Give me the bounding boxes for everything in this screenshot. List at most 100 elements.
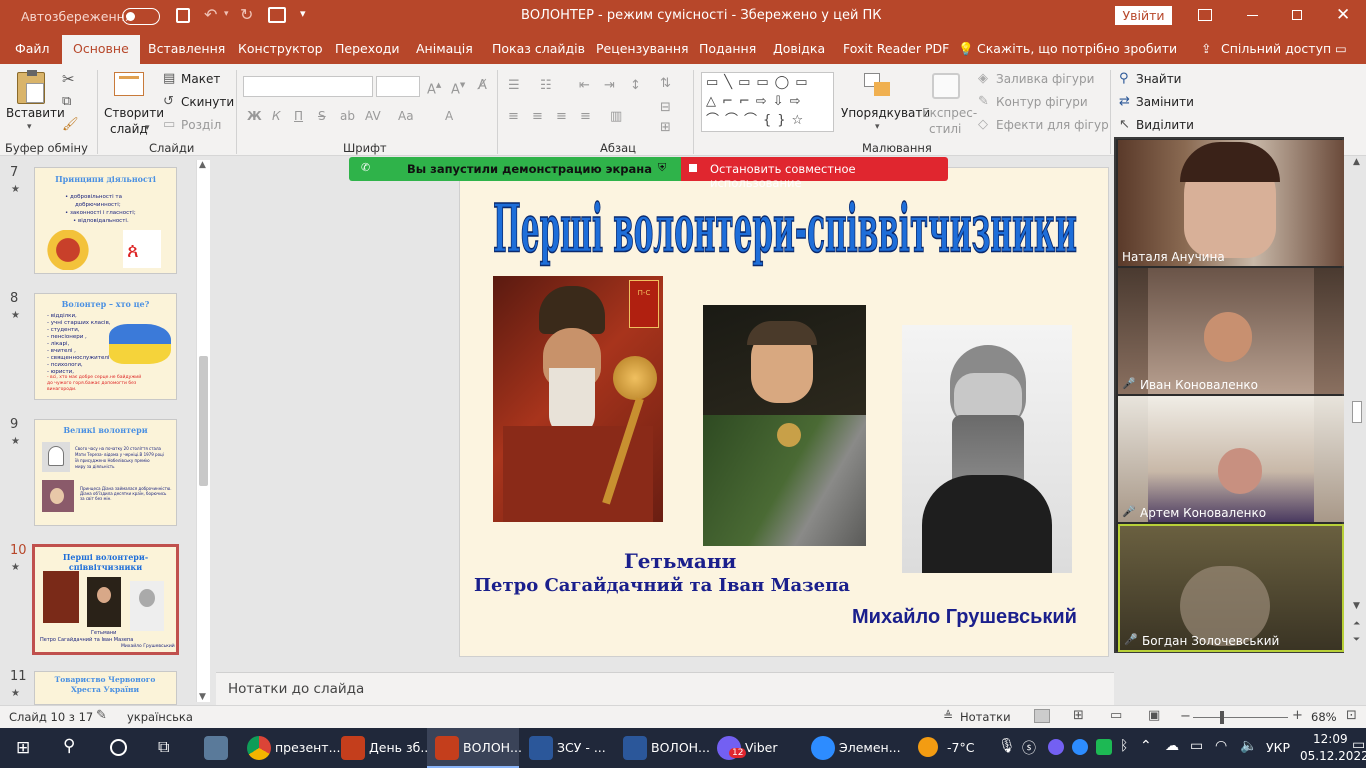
align-text-icon[interactable]: ⊟ [660,100,671,115]
slide-thumbnail-7[interactable]: Принципи діяльності • добровільності та … [34,167,177,274]
share-button[interactable]: Спільний доступ [1221,41,1331,56]
layout-button[interactable]: Макет [181,72,220,86]
increase-indent-icon[interactable]: ⇥ [604,78,615,93]
tab-animations[interactable]: Анімація [416,41,473,56]
line-spacing-icon[interactable]: ↕ [630,78,641,93]
current-slide[interactable]: Перші волонтери-співвітчизники П-С Гетьм… [459,167,1109,657]
participant-tile-active-speaker[interactable]: 🎤 Богдан Золочевський [1118,524,1344,652]
tray-skype-icon[interactable]: ⓢ [1022,738,1036,758]
quick-styles-icon[interactable] [932,73,960,99]
cut-icon[interactable]: ✂ [62,70,75,88]
signin-button[interactable]: Увійти [1115,6,1172,25]
cortana-icon[interactable] [110,739,127,756]
shape-effects-button[interactable]: Ефекти для фігур [996,118,1109,132]
tray-app-icon[interactable] [1096,739,1112,755]
taskbar-app-ppt1[interactable]: День зб... [333,728,432,768]
participant-tile[interactable]: 🎤 Иван Коноваленко [1118,268,1344,394]
tab-file[interactable]: Файл [15,41,50,56]
undo-dropdown-icon[interactable]: ▾ [224,9,229,19]
tab-insert[interactable]: Вставлення [148,41,225,56]
comments-icon[interactable]: ▭ [1335,41,1347,56]
char-spacing-icon[interactable]: AV [365,109,381,123]
stop-sharing-button[interactable]: Остановить совместное использование [681,157,948,190]
justify-icon[interactable]: ≡ [580,109,591,124]
taskbar-app-word2[interactable]: ВОЛОН... [615,728,710,768]
arrange-icon[interactable] [864,73,892,99]
clock-time[interactable]: 12:09 [1313,732,1348,746]
zoom-slider[interactable] [1193,711,1288,724]
text-direction-icon[interactable]: ⇅ [660,76,671,91]
select-button[interactable]: Виділити [1136,118,1194,132]
tray-zoom-icon[interactable] [1072,739,1088,755]
section-button[interactable]: Розділ [181,118,221,132]
undo-icon[interactable]: ↶ [204,5,217,24]
smartart-icon[interactable]: ⊞ [660,120,671,135]
bullets-icon[interactable]: ☰ [508,78,520,93]
customize-toolbar-icon[interactable]: ▾ [300,7,306,20]
save-icon[interactable] [176,8,190,23]
tab-home[interactable]: Основне [62,35,140,64]
fit-to-window-icon[interactable]: ⊡ [1346,708,1357,723]
weather-icon[interactable] [918,737,938,757]
align-right-icon[interactable]: ≡ [556,109,567,124]
tab-design[interactable]: Конструктор [238,41,323,56]
new-slide-dropdown-icon[interactable]: ▾ [145,123,150,133]
thumbnail-scrollbar[interactable]: ▲ ▼ [196,160,210,702]
redo-icon[interactable]: ↻ [240,5,253,24]
zoom-level[interactable]: 68% [1311,710,1337,724]
font-color-icon[interactable]: A [445,109,453,123]
zoom-out-icon[interactable]: − [1180,709,1191,724]
taskbar-app-ppt2-active[interactable]: ВОЛОН... [427,728,522,768]
wifi-icon[interactable]: ◠ [1215,738,1227,754]
shape-fill-button[interactable]: Заливка фігури [996,72,1094,86]
new-slide-icon[interactable] [114,72,144,96]
slide-thumbnail-10[interactable]: Перші волонтери-співвітчизники Гетьмани … [32,544,179,655]
next-slide-icon[interactable]: ⏷ [1353,635,1360,645]
search-icon[interactable]: ⚲ [63,736,75,756]
arrange-button[interactable]: Упорядкувати [841,106,930,120]
tray-mic-icon[interactable]: 🎙 [998,738,1016,754]
decrease-font-icon[interactable]: A▾ [451,78,465,97]
tray-chevron-icon[interactable]: ⌃ [1140,738,1152,754]
tab-slideshow[interactable]: Показ слайдів [492,41,585,56]
bold-button[interactable]: Ж [247,109,262,123]
italic-button[interactable]: К [272,109,281,123]
tab-transitions[interactable]: Переходи [335,41,400,56]
tab-foxit[interactable]: Foxit Reader PDF [843,41,949,56]
participant-tile[interactable]: 🎤 Артем Коноваленко [1118,396,1344,522]
numbering-icon[interactable]: ☷ [540,78,552,93]
tray-onedrive-icon[interactable]: ☁ [1165,738,1179,754]
tab-help[interactable]: Довідка [773,41,825,56]
battery-icon[interactable]: ▭ [1190,738,1203,754]
slide-thumbnail-11[interactable]: Товариство Червоного Хреста України [34,671,177,705]
font-size-box[interactable] [376,76,420,97]
notifications-icon[interactable]: ▭ [1352,737,1365,753]
tray-viber-icon[interactable] [1048,739,1064,755]
participant-tile[interactable]: Наталя Анучина [1118,140,1344,266]
copy-icon[interactable]: ⧉ [62,94,71,109]
replace-button[interactable]: Замінити [1136,95,1194,109]
paste-dropdown-icon[interactable]: ▾ [27,122,32,132]
reading-view-icon[interactable]: ▭ [1110,708,1122,723]
change-case-icon[interactable]: Aa [398,109,414,123]
shapes-gallery[interactable]: ▭╲▭▭◯▭ △⌐⌐⇨⇩⇨ ⌒⌒⌒{}☆ [701,72,834,132]
paste-icon[interactable] [17,70,45,104]
windows-start-icon[interactable]: ⊞ [16,738,30,758]
temperature[interactable]: -7°C [947,740,974,755]
slide-sorter-icon[interactable]: ⊞ [1073,708,1084,723]
slide-scrollbar[interactable]: ▲ ▼ ⏶ ⏷ [1348,157,1366,651]
minimize-icon[interactable] [1247,15,1258,16]
quick-styles-button[interactable]: Експрес- [922,106,977,120]
slide-thumbnail-9[interactable]: Великі волонтери Свого часу на початку 2… [34,419,177,526]
notes-toggle-button[interactable]: Нотатки [960,710,1011,724]
volume-icon[interactable]: 🔈 [1240,738,1257,754]
slide-thumbnail-8[interactable]: Волонтер – хто це? - відділки, - учні ст… [34,293,177,400]
slideshow-icon[interactable]: ▣ [1148,708,1160,723]
taskbar-app-word1[interactable]: ЗСУ - ... [521,728,613,768]
ribbon-display-icon[interactable] [1198,9,1212,21]
task-view-icon[interactable]: ⧉ [158,737,169,757]
calculator-icon[interactable] [204,736,228,760]
notes-pane[interactable]: Нотатки до слайда [216,672,1114,705]
decrease-indent-icon[interactable]: ⇤ [579,78,590,93]
new-slide-button[interactable]: Створити [104,106,164,120]
